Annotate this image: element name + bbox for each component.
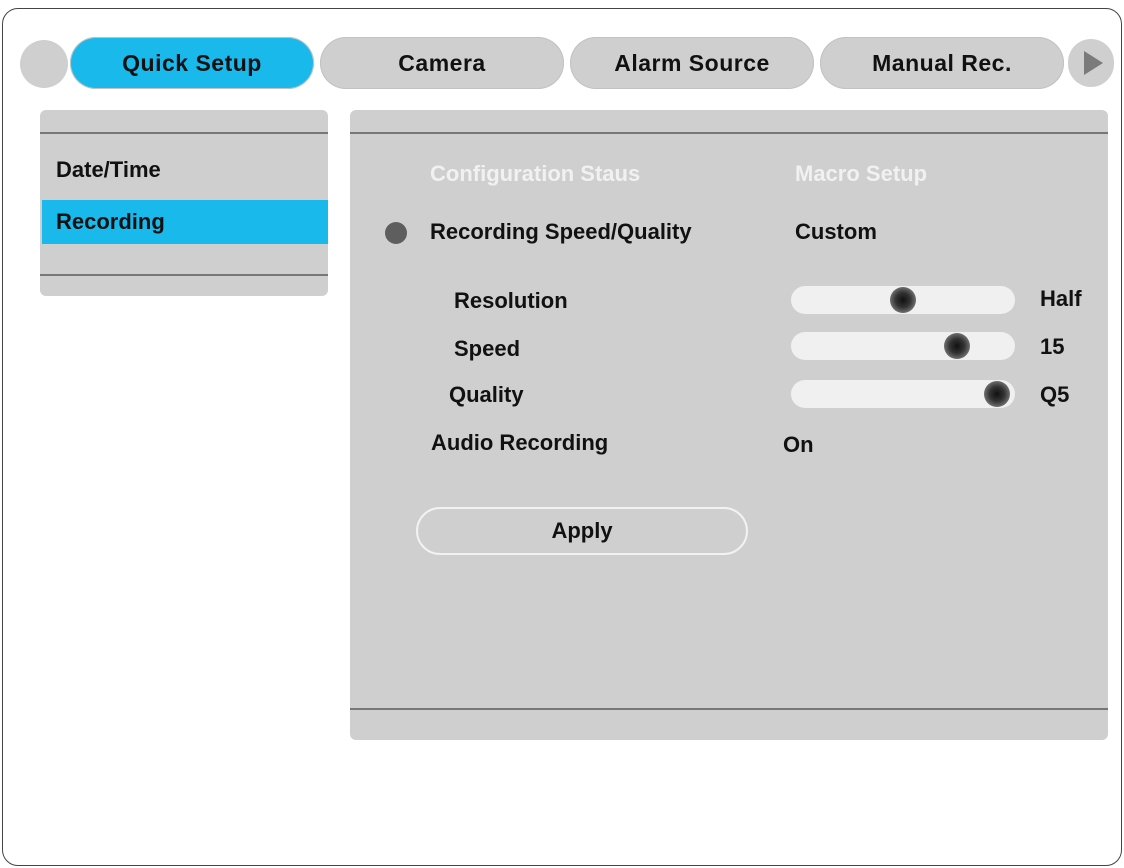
tab-camera[interactable]: Camera	[320, 37, 564, 89]
quality-value: Q5	[1040, 382, 1070, 407]
quality-slider[interactable]	[791, 380, 1015, 408]
slider-knob-icon[interactable]	[890, 287, 916, 313]
divider	[350, 708, 1108, 710]
recording-speed-quality-value[interactable]: Custom	[795, 219, 877, 245]
triangle-right-icon	[1084, 51, 1103, 75]
tab-quick-setup[interactable]: Quick Setup	[70, 37, 314, 89]
column-header-status: Configuration Staus	[430, 161, 641, 186]
menu-item-recording[interactable]: Recording	[42, 200, 328, 244]
divider	[40, 132, 328, 134]
divider	[350, 132, 1108, 134]
tab-manual-rec[interactable]: Manual Rec.	[820, 37, 1064, 89]
slider-knob-icon[interactable]	[943, 333, 970, 359]
speed-value: 15	[1040, 334, 1065, 359]
menu-item-label: Recording	[56, 209, 165, 234]
audio-recording-value[interactable]: On	[783, 432, 814, 458]
slider-knob-icon[interactable]	[984, 381, 1011, 407]
menu-item-label: Date/Time	[56, 157, 161, 182]
apply-button[interactable]: Apply	[416, 507, 748, 555]
left-menu: Date/Time Recording	[40, 110, 328, 296]
quality-label: Quality	[449, 382, 524, 407]
next-tab-button[interactable]	[1068, 39, 1114, 87]
resolution-slider[interactable]	[791, 286, 1015, 314]
menu-item-date-time[interactable]: Date/Time	[42, 148, 328, 192]
resolution-value: Half	[1040, 286, 1082, 311]
tab-alarm-source[interactable]: Alarm Source	[570, 37, 814, 89]
divider	[40, 274, 328, 276]
settings-panel: Configuration Staus Macro Setup Recordin…	[350, 110, 1108, 740]
speed-label: Speed	[454, 336, 521, 361]
speed-slider[interactable]	[791, 332, 1015, 360]
audio-recording-label: Audio Recording	[431, 430, 609, 455]
tab-scroll-left[interactable]	[20, 40, 68, 88]
column-header-macro: Macro Setup	[795, 161, 928, 186]
resolution-label: Resolution	[454, 288, 568, 313]
radio-bullet-icon[interactable]	[385, 222, 407, 244]
recording-speed-quality-label: Recording Speed/Quality	[430, 219, 692, 244]
